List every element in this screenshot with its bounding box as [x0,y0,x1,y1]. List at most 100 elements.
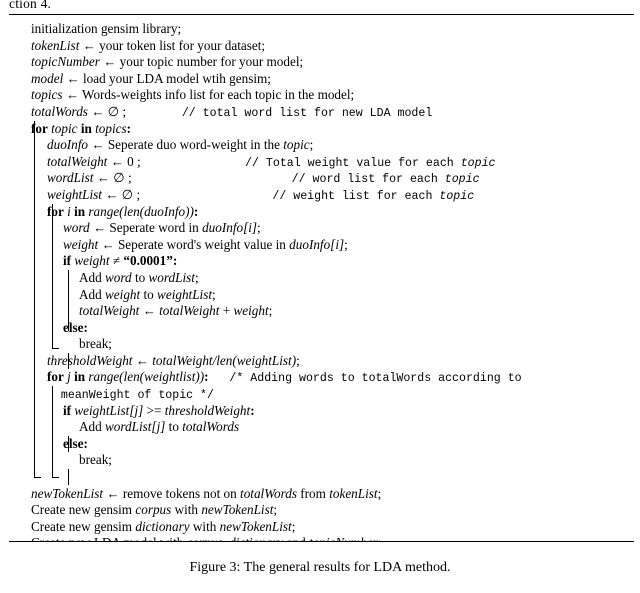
code-span: “0.0001” [123,253,173,269]
code-span: duoInfo[i] [202,220,258,236]
code-span: totalWords [182,419,240,435]
code-span: thresholdWeight [164,402,251,418]
code-span: ; [273,502,278,518]
algorithm-line: newTokenList ← remove tokens not on tota… [9,486,634,503]
code-span: ← ∅ ; [101,186,141,202]
code-span: weightList [47,186,102,202]
algorithm-box: initialization gensim library; tokenList … [9,14,634,542]
algorithm-line: tokenList ← your token list for your dat… [9,38,634,55]
algorithm-line: Create new gensim dictionary with newTok… [9,519,634,536]
code-span: newTokenList [31,485,104,501]
code-span: to [131,269,149,285]
code-span: topics [95,120,127,136]
code-span: Create new gensim [31,518,136,534]
code-span: model [31,70,64,86]
algorithm-line: break; [9,336,634,353]
paper-page: ction 4. initialization gensim library; t… [0,0,640,593]
code-span: // weight list for each [140,189,440,203]
code-span: ← Words-weights info list for each topic… [62,87,355,103]
algorithm-line: totalWords ← ∅ ; // total word list for … [9,104,634,121]
algorithm-trailing-lines: newTokenList ← remove tokens not on tota… [9,469,634,541]
code-span: ← Seperate word in [89,220,203,236]
for-topic-rule-foot [34,477,41,479]
code-span: break; [79,452,112,468]
code-span: ← ∅ ; [87,103,127,119]
code-span: : [172,253,178,269]
algorithm-line: duoInfo ← Seperate duo word-weight in th… [9,137,634,154]
algorithm-spacer [9,469,634,486]
code-span: weight [233,303,269,319]
code-span: ← remove tokens not on [103,485,241,501]
code-span: totalWeight [79,303,140,319]
code-span: wordList [148,269,195,285]
code-span: ≠ [109,253,124,269]
code-span: initialization gensim library; [31,21,182,36]
code-span: // total word list for new LDA model [126,106,433,120]
code-span: tokenList [329,485,378,501]
algorithm-line: wordList ← ∅ ; // word list for each top… [9,170,634,187]
code-span: ← 0 ; [107,153,141,169]
algorithm-lines: initialization gensim library; tokenList … [9,21,634,469]
algorithm-line: for j in range(len(weightlist)): /* Addi… [9,369,634,386]
code-span: ; [268,303,273,319]
if-weight-rule [68,270,70,331]
code-span: totalWeight [159,303,220,319]
code-span: ← your topic number for your model; [99,54,304,70]
code-span: ← Seperate duo word-weight in the [88,137,284,153]
algorithm-line: topicNumber ← your topic number for your… [9,54,634,71]
algorithm-line: else: [9,436,634,453]
figure-caption: Figure 3: The general results for LDA me… [189,560,451,575]
code-span: range(len(weightlist)) [88,369,205,385]
code-span: break; [79,336,112,352]
code-span: + [219,303,234,319]
algorithm-line: Add word to wordList; [9,270,634,287]
algorithm-line: Add wordList[j] to totalWords [9,419,634,436]
code-span: totalWords [240,485,297,501]
code-span: newTokenList [201,502,274,518]
code-span: topic [444,173,480,187]
code-span: topicNumber [31,54,100,70]
code-span: to [165,419,183,435]
algorithm-line: initialization gensim library; [9,21,634,38]
algorithm-body: initialization gensim library; tokenList … [9,15,634,541]
algorithm-line: if weight ≠ “0.0001”: [9,253,634,270]
for-i-rule [52,204,54,348]
algorithm-line: model ← load your LDA model wtih gensim; [9,71,634,88]
algorithm-line: Create new gensim corpus with newTokenLi… [9,502,634,519]
if-threshold-rule [68,436,70,452]
code-span: topics [31,87,63,103]
code-span: ← ∅ ; [93,170,132,186]
code-span: ; [194,269,199,285]
code-span: word [105,269,132,285]
for-i-rule-foot [52,348,59,350]
algorithm-line: topics ← Words-weights info list for eac… [9,87,634,104]
algorithm-line: Create new LDA model with corpus, dictio… [9,535,634,541]
code-span: // word list for each [131,173,445,187]
code-span: weightList [157,286,213,302]
code-span: Add [79,269,106,285]
algorithm-line: meanWeight of topic */ [9,386,634,403]
code-span: dictionary [229,535,283,541]
else-break2-rule [68,469,70,485]
code-span: corpus [135,502,172,518]
code-span: totalWeight/len(weightList) [152,352,297,368]
algorithm-line: totalWeight ← totalWeight + weight; [9,303,634,320]
code-span: /* Adding words to totalWords according … [208,372,522,386]
code-span: Create new gensim [31,502,136,518]
code-span: thresholdWeight [47,352,133,368]
code-span: weight [63,236,99,252]
algorithm-line: else: [9,320,634,337]
code-span: weight [74,253,110,269]
code-span: range(len(duoInfo)) [88,203,194,219]
code-span: duoInfo [47,137,89,153]
code-span: Add [79,419,106,435]
code-span: topic [283,137,310,153]
code-span: dictionary [135,518,190,534]
code-span: ← Seperate word's weight value in [98,236,290,252]
code-span: Add [79,286,106,302]
code-span: weightList[j] [74,402,144,418]
code-span: ← [132,352,153,368]
algorithm-line: weight ← Seperate word's weight value in… [9,237,634,254]
code-span: topic [460,156,496,170]
code-span: // Total weight value for each [140,156,461,170]
